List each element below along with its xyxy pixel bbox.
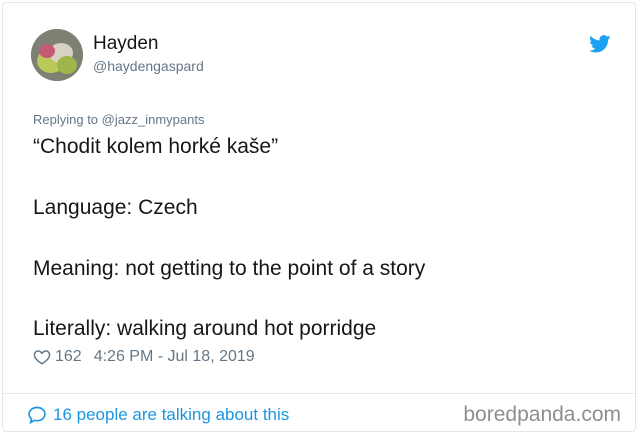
tweet-card: Hayden @haydengaspard Replying to @jazz_… xyxy=(2,2,636,432)
heart-icon[interactable] xyxy=(33,348,51,366)
conversation-link[interactable]: 16 people are talking about this xyxy=(27,405,289,425)
tweet-text-line: Meaning: not getting to the point of a s… xyxy=(33,257,426,280)
avatar-image xyxy=(31,29,83,81)
twitter-bird-icon[interactable] xyxy=(589,35,611,53)
avatar[interactable] xyxy=(31,29,83,81)
replying-prefix: Replying to xyxy=(33,112,102,127)
tweet-meta: 162 4:26 PM - Jul 18, 2019 xyxy=(33,348,255,366)
divider xyxy=(3,393,635,394)
author-name[interactable]: Hayden xyxy=(93,33,159,55)
author-handle[interactable]: @haydengaspard xyxy=(93,57,204,75)
replying-to: Replying to @jazz_inmypants xyxy=(33,112,204,127)
conversation-text: 16 people are talking about this xyxy=(53,405,290,424)
tweet-text-line: Language: Czech xyxy=(33,196,198,219)
like-count: 162 xyxy=(55,348,82,365)
tweet-text-line: “Chodit kolem horké kaše” xyxy=(33,135,279,158)
timestamp-link[interactable]: 4:26 PM - Jul 18, 2019 xyxy=(94,348,255,366)
speech-bubble-icon xyxy=(28,406,46,425)
tweet-text-line: Literally: walking around hot porridge xyxy=(33,317,377,340)
replying-mention-link[interactable]: @jazz_inmypants xyxy=(102,112,205,127)
watermark: boredpanda.com xyxy=(463,403,621,426)
